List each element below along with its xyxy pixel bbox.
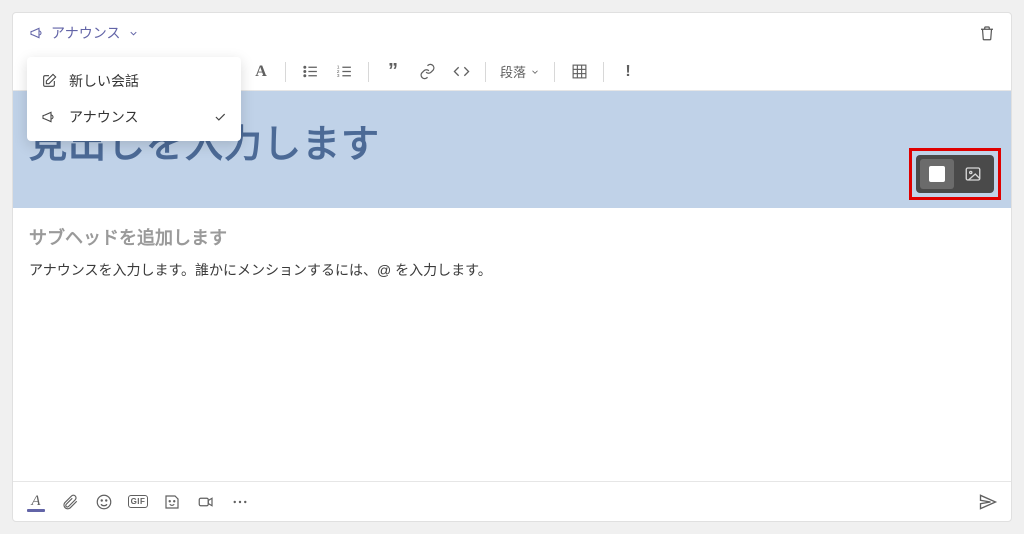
image-icon — [964, 165, 982, 183]
send-icon — [978, 492, 998, 512]
link-icon — [419, 63, 436, 80]
paragraph-label: 段落 — [500, 62, 526, 81]
dropdown-item-new-conversation[interactable]: 新しい会話 — [27, 63, 241, 99]
meet-now-button[interactable] — [195, 491, 217, 513]
banner-color-button[interactable] — [920, 159, 954, 189]
gif-icon: GIF — [128, 495, 149, 508]
send-button[interactable] — [977, 491, 999, 513]
gif-button[interactable]: GIF — [127, 491, 149, 513]
paperclip-icon — [61, 493, 79, 511]
bullet-list-icon — [302, 63, 319, 80]
message-type-dropdown: 新しい会話 アナウンス — [27, 57, 241, 141]
code-icon — [453, 63, 470, 80]
numbered-list-button[interactable]: 1 2 3 — [334, 60, 354, 84]
composer-header-row: アナウンス 新しい会話 アナウンス — [13, 13, 1011, 53]
megaphone-icon — [29, 25, 45, 41]
banner-image-button[interactable] — [956, 159, 990, 189]
message-type-selector[interactable]: アナウンス — [23, 19, 145, 47]
check-icon — [213, 110, 227, 124]
link-button[interactable] — [417, 60, 437, 84]
svg-text:3: 3 — [336, 73, 339, 79]
emoji-icon — [95, 493, 113, 511]
toolbar-separator — [603, 62, 604, 82]
table-icon — [571, 63, 588, 80]
message-type-label: アナウンス — [51, 23, 120, 43]
dropdown-item-announcement[interactable]: アナウンス — [27, 99, 241, 135]
numbered-list-icon: 1 2 3 — [336, 63, 353, 80]
table-button[interactable] — [569, 60, 589, 84]
more-icon — [231, 493, 249, 511]
bulleted-list-button[interactable] — [300, 60, 320, 84]
dropdown-item-label: 新しい会話 — [69, 71, 139, 91]
toolbar-separator — [485, 62, 486, 82]
megaphone-icon — [41, 109, 57, 125]
code-button[interactable] — [451, 60, 471, 84]
subhead-input[interactable]: サブヘッドを追加します — [29, 224, 995, 250]
chevron-down-icon — [530, 67, 540, 77]
font-color-button[interactable]: A — [251, 60, 271, 84]
banner-style-highlight — [909, 148, 1001, 200]
video-icon — [197, 493, 215, 511]
trash-icon — [978, 24, 996, 42]
quote-button[interactable]: ” — [383, 60, 403, 84]
message-body-area: サブヘッドを追加します アナウンスを入力します。誰かにメンションするには、@ を… — [13, 208, 1011, 481]
color-swatch-icon — [929, 166, 945, 182]
announcement-composer: アナウンス 新しい会話 アナウンス — [12, 12, 1012, 522]
emoji-button[interactable] — [93, 491, 115, 513]
important-button[interactable]: ! — [618, 60, 638, 84]
toolbar-separator — [285, 62, 286, 82]
sticker-icon — [163, 493, 181, 511]
attach-button[interactable] — [59, 491, 81, 513]
toolbar-separator — [554, 62, 555, 82]
compose-icon — [41, 73, 57, 89]
toolbar-separator — [368, 62, 369, 82]
sticker-button[interactable] — [161, 491, 183, 513]
more-actions-button[interactable] — [229, 491, 251, 513]
delete-button[interactable] — [973, 19, 1001, 47]
body-input[interactable]: アナウンスを入力します。誰かにメンションするには、@ を入力します。 — [29, 260, 995, 280]
paragraph-style-selector[interactable]: 段落 — [500, 62, 540, 81]
format-button[interactable]: A — [25, 491, 47, 513]
composer-action-bar: A GIF — [13, 481, 1011, 521]
chevron-down-icon — [128, 28, 139, 39]
dropdown-item-label: アナウンス — [69, 107, 138, 127]
banner-style-picker — [916, 155, 994, 193]
